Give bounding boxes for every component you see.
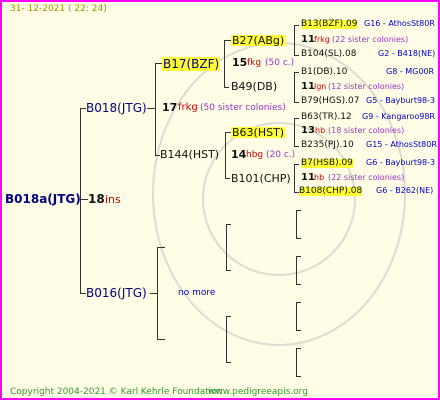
gen4-line: G8 - MG00R xyxy=(386,67,435,76)
connector xyxy=(147,108,155,109)
connector xyxy=(294,72,295,102)
pedigree-frame: 31- 12-2021 ( 22: 24) Copyright 2004-202… xyxy=(0,0,440,400)
gen4-queen-code[interactable]: B13(BZF).09 xyxy=(301,20,358,29)
gen4-tag: lgn xyxy=(314,82,327,91)
connector xyxy=(296,302,297,330)
connector xyxy=(225,132,226,178)
connector xyxy=(296,256,301,257)
mother-queen-code[interactable]: B016(JTG) xyxy=(86,287,147,299)
connector xyxy=(157,339,165,340)
connector xyxy=(296,284,301,285)
ff-tag: fkg xyxy=(247,58,262,68)
connector xyxy=(294,102,299,103)
connector xyxy=(296,376,301,377)
gen4-queen-code[interactable]: B79(HGS).07 xyxy=(301,97,359,106)
connector xyxy=(157,247,158,339)
gen4-line: G6 - Bayburt98-3 xyxy=(366,158,436,167)
gen4-queen-code[interactable]: B63(TR).12 xyxy=(301,113,352,122)
gen4-queen-code[interactable]: B7(HSB).09 xyxy=(301,159,353,168)
gen4-line: G15 - AthosSt80R xyxy=(366,140,437,149)
gen4-line: G6 - B262(NE) xyxy=(376,186,434,195)
connector xyxy=(294,164,299,165)
fm-queen-code[interactable]: B144(HST) xyxy=(160,149,219,160)
gen3-queen-code[interactable]: B63(HST) xyxy=(231,127,286,138)
connector xyxy=(294,55,299,56)
root-number: 18 xyxy=(88,192,105,206)
connector xyxy=(294,25,299,26)
ff-note: (50 c.) xyxy=(265,58,295,68)
connector xyxy=(157,247,165,248)
root-tag: ins xyxy=(105,193,121,206)
connector xyxy=(150,293,157,294)
gen4-number: 11 xyxy=(301,81,315,92)
connector xyxy=(296,348,297,376)
gen4-line: G16 - AthosSt80R xyxy=(364,19,435,28)
father-note: (50 sister colonies) xyxy=(200,103,286,113)
gen4-tag: hb xyxy=(315,126,326,135)
ff-queen-code[interactable]: B17(BZF) xyxy=(162,57,221,71)
connector xyxy=(80,199,88,200)
gen4-queen-code[interactable]: B108(CHP).08 xyxy=(299,187,363,196)
connector xyxy=(294,146,299,147)
fm-number: 14 xyxy=(231,148,247,161)
gen4-queen-code[interactable]: B1(DB).10 xyxy=(301,68,347,77)
connector xyxy=(294,164,295,192)
connector xyxy=(226,224,231,225)
connector xyxy=(225,178,230,179)
timestamp: 31- 12-2021 ( 22: 24) xyxy=(10,4,107,14)
connector xyxy=(226,362,231,363)
gen4-number: 13 xyxy=(301,125,315,136)
father-number: 17 xyxy=(162,101,178,114)
connector xyxy=(294,25,295,55)
ff-number: 15 xyxy=(232,56,248,69)
connector xyxy=(226,270,231,271)
connector xyxy=(155,63,162,64)
gen3-queen-code[interactable]: B101(CHP) xyxy=(231,173,291,184)
connector xyxy=(224,40,231,41)
connector xyxy=(296,330,301,331)
connector xyxy=(226,316,231,317)
connector xyxy=(296,210,301,211)
father-tag: frkg xyxy=(178,102,198,113)
gen3-queen-code[interactable]: B27(ABg) xyxy=(231,35,286,46)
gen4-line: G5 - Bayburt98-3 xyxy=(366,96,436,105)
connector xyxy=(294,72,299,73)
footer-url[interactable]: www.pedigreeapis.org xyxy=(208,388,308,397)
gen4-note: (22 sister colonies) xyxy=(332,35,409,44)
gen4-queen-code[interactable]: B235(PJ).10 xyxy=(301,141,354,150)
mother-note: no more xyxy=(178,288,216,298)
connector xyxy=(226,224,227,270)
connector xyxy=(296,302,301,303)
copyright: Copyright 2004-2021 © Karl Kehrle Founda… xyxy=(10,387,223,397)
fm-note: (20 c.) xyxy=(266,150,296,160)
connector xyxy=(296,210,297,238)
connector xyxy=(294,118,295,146)
connector xyxy=(224,87,229,88)
gen4-tag: frkg xyxy=(314,35,330,44)
father-queen-code[interactable]: B018(JTG) xyxy=(86,102,147,114)
root-queen-code[interactable]: B018a(JTG) xyxy=(5,193,81,205)
gen4-note: (12 sister colonies) xyxy=(328,82,405,91)
connector xyxy=(294,118,299,119)
gen4-note: (18 sister colonies) xyxy=(328,126,405,135)
connector xyxy=(296,238,301,239)
gen4-line: G2 - B418(NE) xyxy=(378,49,436,58)
gen4-number: 11 xyxy=(301,172,315,183)
gen3-queen-code[interactable]: B49(DB) xyxy=(231,81,277,92)
connector xyxy=(155,63,156,155)
gen4-line: G9 - Kangaroo98R xyxy=(362,112,435,121)
gen4-queen-code[interactable]: B104(SL).08 xyxy=(301,50,356,59)
fm-tag: hbg xyxy=(246,150,264,160)
gen4-tag: hb xyxy=(314,173,325,182)
connector xyxy=(296,256,297,284)
gen4-number: 11 xyxy=(301,34,315,45)
gen4-note: (22 sister colonies) xyxy=(328,173,405,182)
connector xyxy=(224,40,225,87)
connector xyxy=(226,316,227,362)
connector xyxy=(296,348,301,349)
